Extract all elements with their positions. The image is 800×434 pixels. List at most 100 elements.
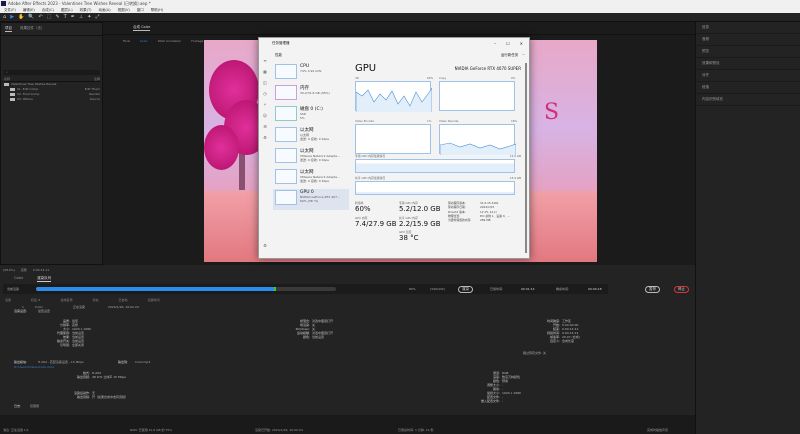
col-name[interactable]: 名称 — [4, 77, 10, 81]
details-icon[interactable]: ☰ — [259, 124, 271, 135]
engine-name: 3D — [355, 76, 359, 80]
right-panel-item[interactable]: 预览 — [696, 46, 800, 58]
home-icon[interactable]: ⌂ — [3, 14, 6, 20]
dedicated-mem-label: 专用 GPU 内存使用情况 — [355, 154, 386, 158]
perf-list-item[interactable]: GPU 0 NVIDIA GeForce RTX 407... 60% (38 °C… — [273, 189, 349, 210]
breadcrumb-item[interactable]: Wish Animation — [158, 39, 181, 43]
perf-list-item[interactable]: 磁盘 0 (C:) SSD 5% — [273, 105, 349, 126]
setting-label: 输出音频: — [76, 395, 90, 399]
setting-value: - — [502, 399, 504, 403]
project-item[interactable]: 02. Final Comp Render — [4, 92, 100, 96]
perf-item-line2: 发送: 0 接收: 0 Kbps — [300, 137, 329, 141]
rq-column-header[interactable]: 渲染 — [5, 298, 11, 302]
rq-column-header[interactable]: 已启动 — [119, 298, 128, 302]
rq-column-header[interactable]: 合成名称 — [60, 298, 72, 302]
resolution-select[interactable]: 完整 — [21, 268, 27, 272]
menu-icon[interactable]: ≡ — [259, 58, 271, 69]
setting-value: 全部关闭 — [72, 343, 85, 347]
more-button[interactable]: ··· — [522, 53, 525, 57]
rotate-icon[interactable]: ↶ — [39, 14, 43, 20]
project-item[interactable]: 03. Others Source — [4, 97, 100, 101]
startup-icon[interactable]: ⚡ — [259, 102, 271, 113]
scrollbar[interactable] — [525, 63, 527, 253]
history-icon[interactable]: ◷ — [259, 91, 271, 102]
right-panel-item[interactable]: 对齐 — [696, 70, 800, 82]
expand-icon[interactable]: ⤢ — [95, 14, 99, 20]
row-started: 2024/1/26, 16:02:24 — [108, 305, 139, 309]
tab-effect-controls[interactable]: 效果控件（无） — [20, 26, 45, 32]
log-select[interactable]: 仅错误 — [30, 404, 39, 408]
minimize-button[interactable]: – — [494, 41, 496, 46]
right-panel-item[interactable]: 音频 — [696, 34, 800, 46]
right-panel-item[interactable]: 效果和预设 — [696, 58, 800, 70]
project-search-input[interactable]: ⌕ — [4, 70, 100, 75]
zoom-icon[interactable]: 🔍 — [28, 14, 34, 20]
maximize-button[interactable]: ☐ — [506, 41, 510, 46]
pause-button[interactable]: 暂停 — [645, 286, 660, 293]
rq-column-header[interactable]: 状态 — [93, 298, 99, 302]
perf-list-item[interactable]: 以太网 VMware Network Adapte... 发送: 0 接收: 0 K… — [273, 168, 349, 189]
rq-column-header[interactable]: 标签 # — [31, 298, 40, 302]
task-manager-window[interactable]: 任务管理器 – ☐ ✕ 性能 运行新任务 ··· ≡ ▦ ◫ ◷ ⚡ ☺ ☰ ⚙ ⚙ CPU 74% 3… — [258, 37, 530, 259]
current-time[interactable]: 0:00:14:11 — [33, 268, 49, 272]
perf-list-item[interactable]: CPU 74% 3.92 GHz — [273, 63, 349, 84]
rq-column-header[interactable]: 渲染时间 — [148, 298, 160, 302]
settings-icon[interactable]: ⚙ — [259, 243, 271, 254]
project-item[interactable]: 01. Edit Comp Edit Them — [4, 87, 100, 91]
project-item-name: 03. Others — [10, 97, 33, 101]
breadcrumb-item[interactable]: Final — [123, 39, 130, 43]
perf-item-line2: 发送: 0 接收: 0 Kbps — [300, 158, 329, 162]
users-icon[interactable]: ☺ — [259, 113, 271, 124]
perf-list-item[interactable]: 以太网 以太网 发送: 0 接收: 0 Kbps — [273, 126, 349, 147]
item-name: 02. Final Comp — [17, 92, 40, 96]
breadcrumb-item[interactable]: Color — [140, 39, 148, 43]
engine-pct: 0% — [511, 76, 516, 80]
tab-color[interactable]: Color — [14, 276, 23, 282]
col-comment[interactable]: 注释 — [94, 77, 100, 81]
tab-project[interactable]: 项目 — [5, 26, 12, 32]
text-icon[interactable]: T — [64, 14, 67, 20]
hand-icon[interactable]: ✋ — [18, 14, 24, 20]
sparkline-thumbnail — [275, 190, 297, 205]
selection-icon[interactable]: ▶ — [10, 14, 14, 20]
run-new-task-button[interactable]: 运行新任务 — [501, 53, 519, 57]
performance-icon[interactable]: ◫ — [259, 80, 271, 91]
setting-label: 颜色: — [302, 335, 310, 339]
pin-icon[interactable]: ⊥ — [79, 14, 83, 20]
engine-pct: 60% — [427, 76, 434, 80]
perf-item-line2: 60% (38 °C) — [300, 199, 319, 203]
right-panel-item[interactable]: 内容识别填充 — [696, 94, 800, 106]
close-button[interactable]: ✕ — [520, 41, 523, 46]
perf-list-item[interactable]: 内存 30.2/31.8 GB (95%) — [273, 84, 349, 105]
sparkline-thumbnail — [275, 148, 297, 163]
right-panel-item[interactable]: 信息 — [696, 22, 800, 34]
tab-comp[interactable]: 合成 Color — [133, 25, 151, 31]
setting-label: 嵌入配置文件: — [480, 399, 500, 403]
puppet-icon[interactable]: ✦ — [87, 14, 91, 20]
right-panel: 信息 音频 预览 效果和预设 对齐 段落 内容识别填充 — [695, 22, 800, 434]
output-to-value[interactable]: Color.mp4 — [135, 360, 150, 364]
play-sound-checkbox[interactable]: 完成时播放声音 — [647, 428, 668, 432]
setting-label: 输出音频: — [76, 375, 90, 379]
tab-render-queue[interactable]: 渲染队列 — [37, 276, 52, 282]
perf-item-text: CPU 74% 3.92 GHz — [300, 64, 321, 83]
render-settings-value[interactable]: 最佳设置 — [38, 309, 50, 313]
right-panel-item[interactable]: 段落 — [696, 82, 800, 94]
breadcrumb-item[interactable]: Footage — [191, 39, 203, 43]
gpu-model: NVIDIA GeForce RTX 4070 SUPER — [454, 66, 521, 71]
pen-icon[interactable]: ✎ — [55, 14, 59, 20]
zoom-select[interactable]: (98.6%) — [3, 268, 15, 272]
perf-list-item[interactable]: 以太网 VMware Network Adapte... 发送: 0 接收: 0 K… — [273, 147, 349, 168]
output-module-value[interactable]: H.264 - 匹配渲染设置 - 15 Mbps — [38, 360, 84, 364]
rect-icon[interactable]: ⬚ — [47, 14, 52, 20]
render-button[interactable]: 渲染 — [458, 286, 473, 293]
output-to-label: 输出到: — [118, 360, 129, 364]
project-item[interactable]: Valentines Tree Wishes Reveal — [4, 82, 100, 86]
services-icon[interactable]: ⚙ — [259, 135, 271, 146]
processes-icon[interactable]: ▦ — [259, 69, 271, 80]
brush-icon[interactable]: ✒ — [71, 14, 75, 20]
project-panel: 项目 效果控件（无） ⌕ 名称 注释 Valentines Tree Wishes … — [0, 22, 103, 265]
perf-item-text: 以太网 VMware Network Adapte... 发送: 0 接收: 0 K… — [300, 169, 340, 188]
stop-button[interactable]: 停止 — [674, 286, 689, 293]
output-path-link[interactable]: D:\Users\Videos\Color.mp4 — [14, 365, 54, 369]
